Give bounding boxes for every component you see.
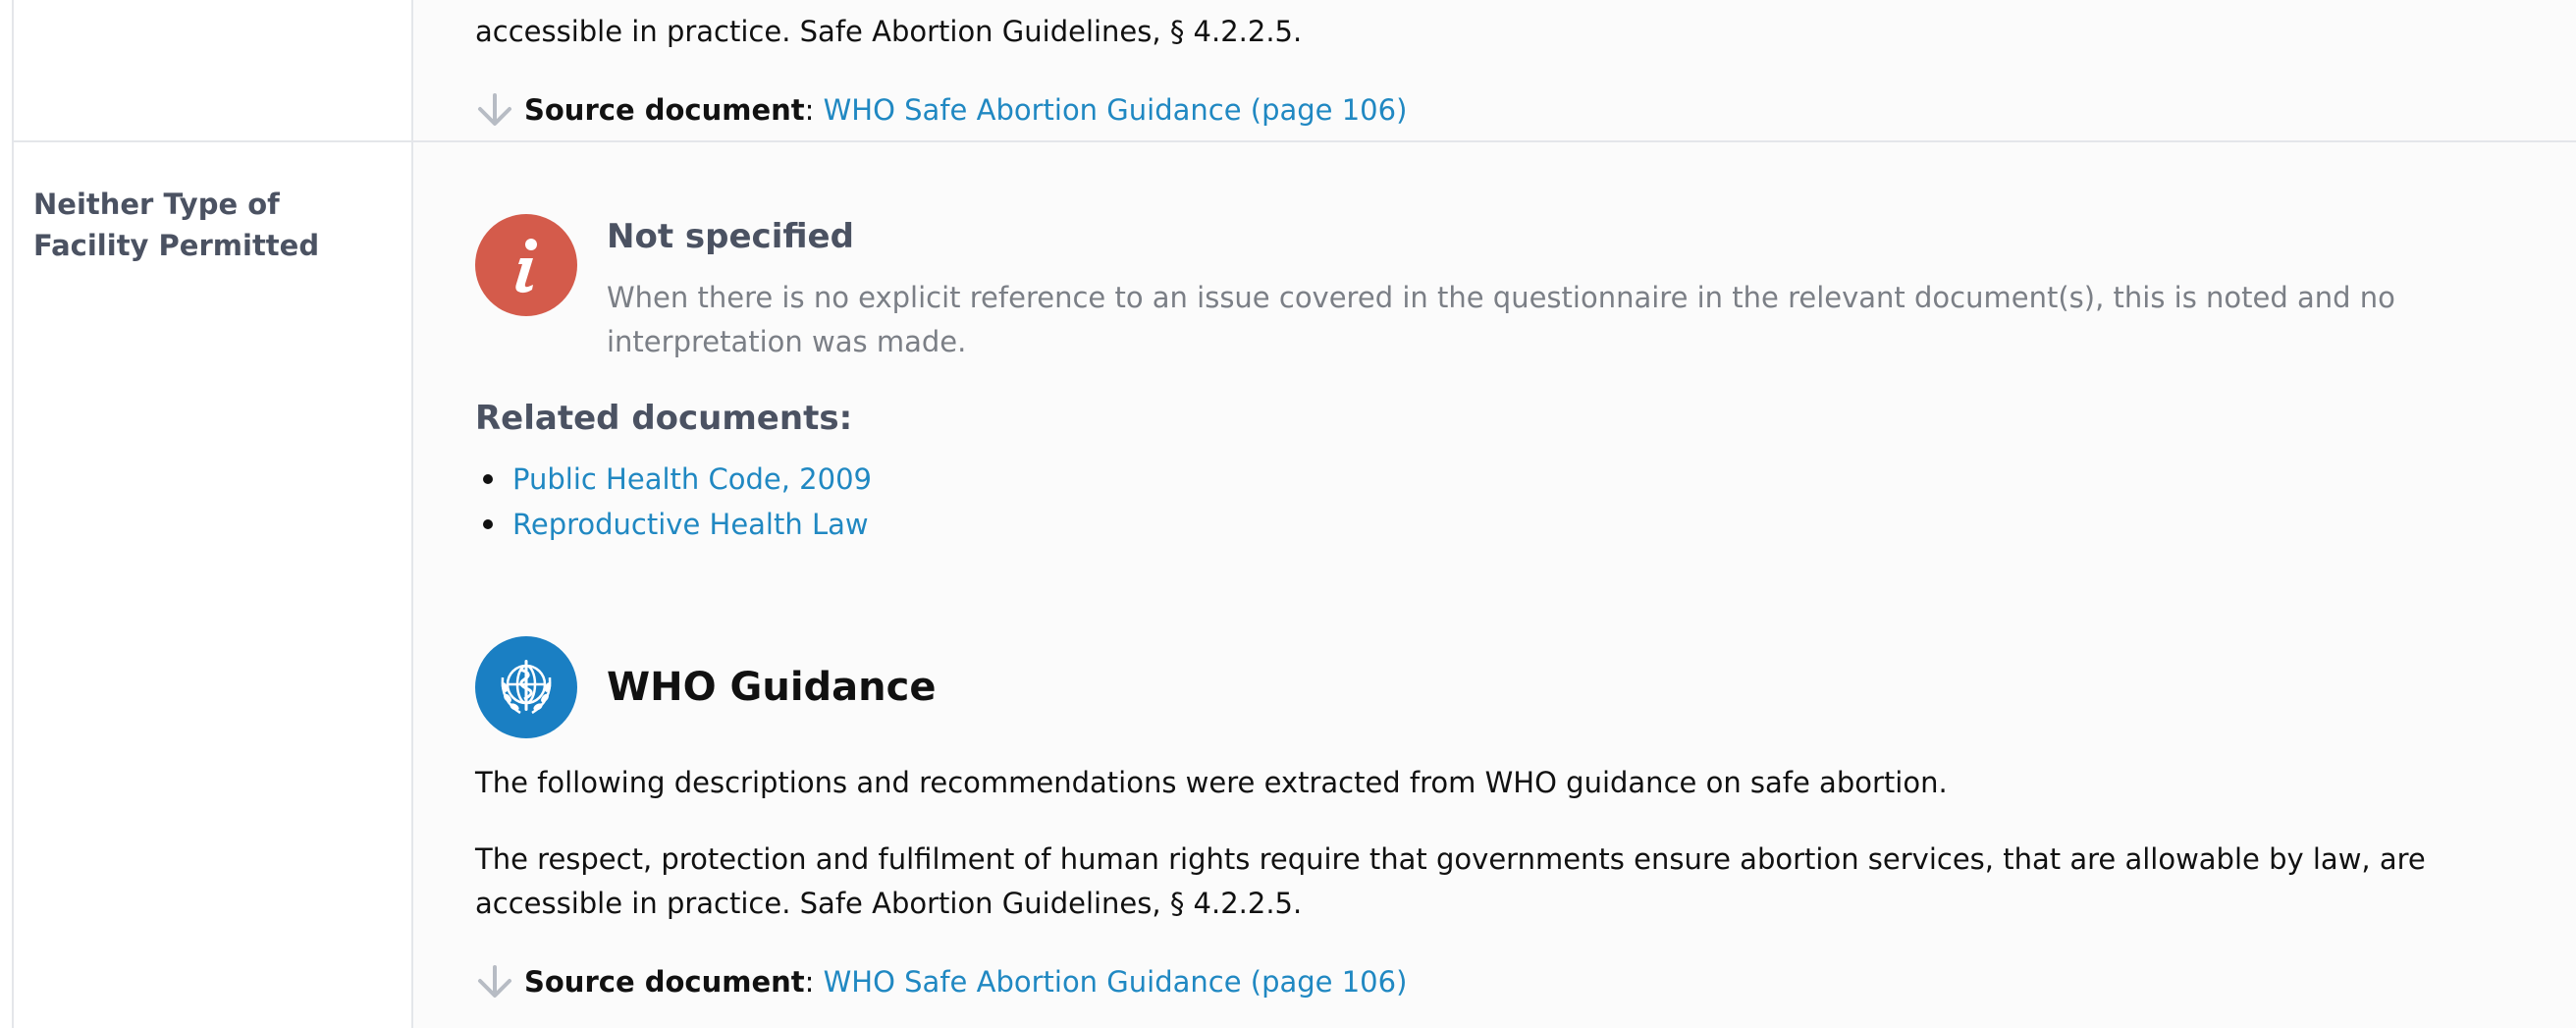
source-document-label: Source document <box>524 93 805 127</box>
arrow-down-icon <box>478 965 511 998</box>
who-emblem-icon <box>475 636 577 738</box>
bullet <box>483 519 493 529</box>
table-border-left <box>12 0 14 1028</box>
who-guidance-text: The respect, protection and fulfilment o… <box>475 842 2426 920</box>
row-label: Neither Type of Facility Permitted <box>33 188 320 262</box>
related-document-link[interactable]: Reproductive Health Law <box>512 502 869 547</box>
bullet <box>483 474 493 484</box>
who-guidance-text-tail: accessible in practice. Safe Abortion Gu… <box>475 15 1303 48</box>
source-document-label: Source document <box>524 965 805 999</box>
source-document-separator: : <box>804 965 815 999</box>
arrow-down-icon <box>478 93 511 126</box>
table-row-divider <box>12 140 2576 142</box>
source-document-line-top: Source document: WHO Safe Abortion Guida… <box>475 87 1407 133</box>
source-document-separator: : <box>804 93 815 127</box>
list-item: Reproductive Health Law <box>475 502 872 547</box>
related-document-link[interactable]: Public Health Code, 2009 <box>512 457 872 502</box>
who-guidance-title: WHO Guidance <box>607 665 937 710</box>
related-documents-heading: Related documents: <box>475 399 853 438</box>
source-document-link[interactable]: WHO Safe Abortion Guidance (page 106) <box>824 965 1408 999</box>
table-column-divider <box>411 0 413 1028</box>
source-document-link[interactable]: WHO Safe Abortion Guidance (page 106) <box>824 93 1408 127</box>
related-documents-list: Public Health Code, 2009 Reproductive He… <box>475 457 872 547</box>
who-guidance-intro: The following descriptions and recommend… <box>475 766 1948 799</box>
source-document-line: Source document: WHO Safe Abortion Guida… <box>475 959 1407 1004</box>
status-title: Not specified <box>607 217 854 256</box>
info-icon <box>475 214 577 316</box>
list-item: Public Health Code, 2009 <box>475 457 872 502</box>
status-description: When there is no explicit reference to a… <box>607 281 2395 358</box>
